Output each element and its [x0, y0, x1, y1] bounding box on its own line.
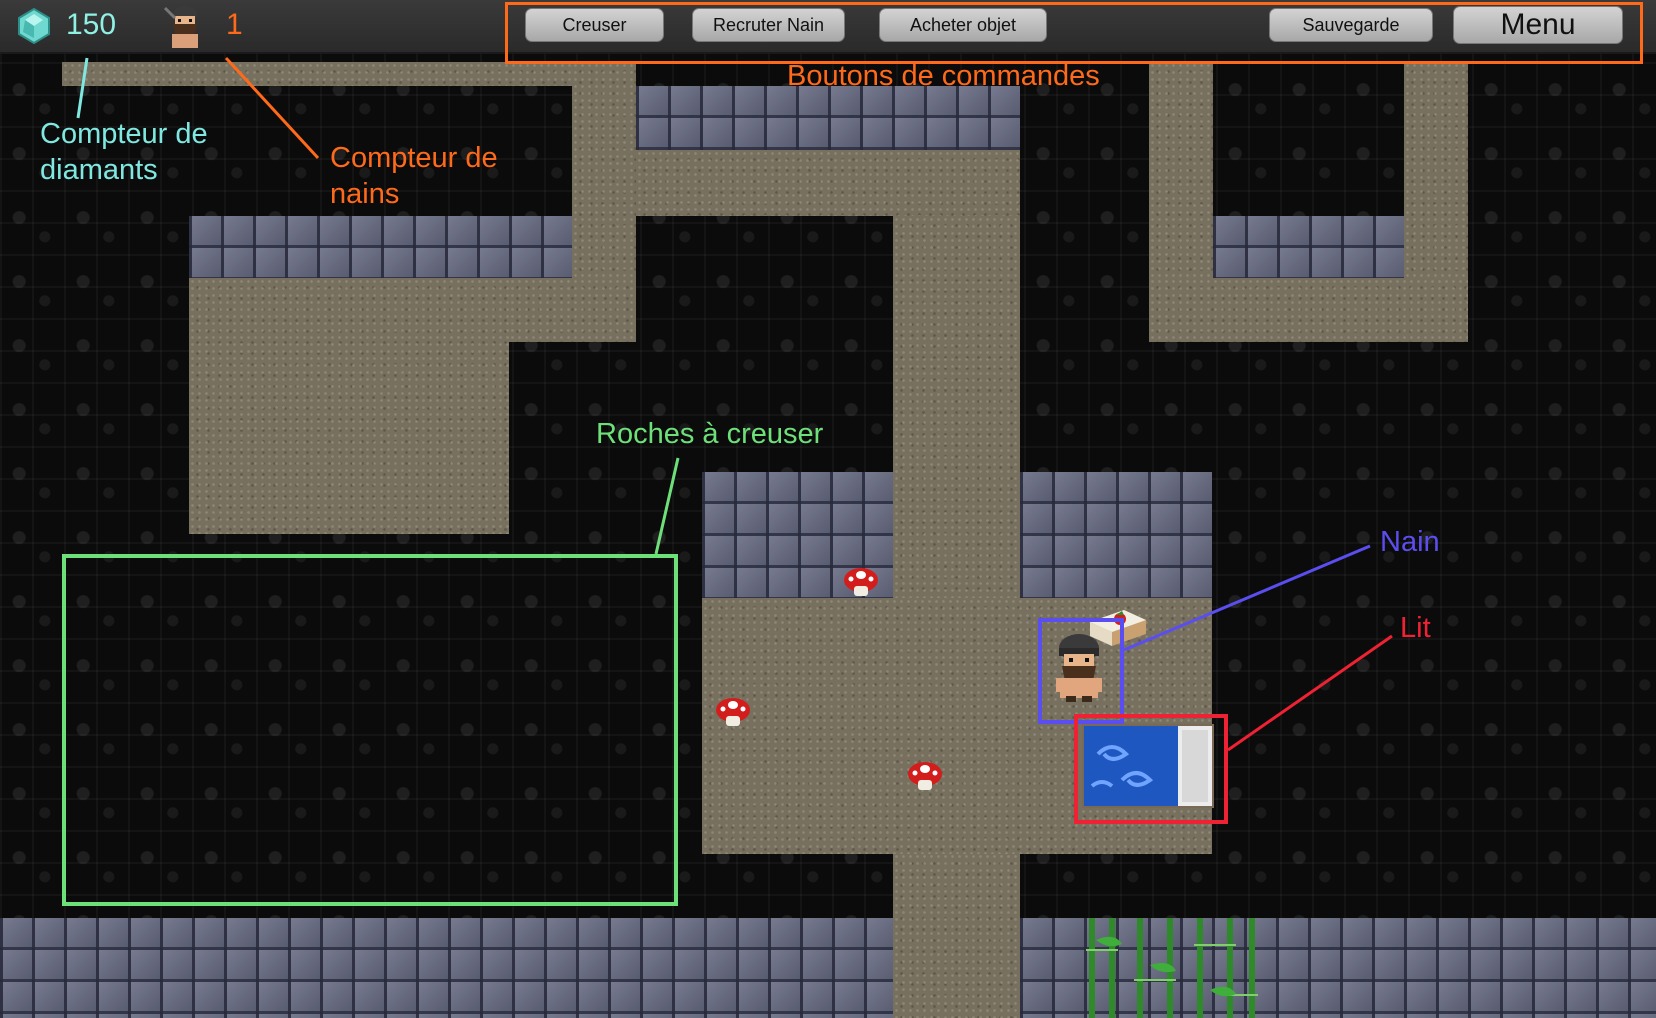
stone-wall — [1020, 472, 1212, 598]
dwarf-counter-label-line2: nains — [330, 178, 400, 211]
dwarf-icon — [163, 4, 207, 50]
stone-wall — [636, 86, 1020, 150]
bed-highlight — [1074, 714, 1228, 824]
tunnel-top — [62, 62, 636, 86]
dwarf-counter: 1 — [226, 8, 243, 41]
stone-wall — [1213, 216, 1404, 278]
command-buttons-label: Boutons de commandes — [787, 60, 1100, 92]
tunnel-horizontal-upper — [636, 150, 1020, 216]
dwarf-highlight — [1038, 618, 1124, 724]
rocks-to-dig-label: Roches à creuser — [596, 418, 824, 450]
rocks-highlight — [62, 554, 678, 906]
room-right-top-bottom — [1149, 278, 1468, 342]
stone-wall — [1020, 918, 1656, 1018]
stone-wall — [0, 918, 893, 1018]
dwarf-label: Nain — [1380, 526, 1440, 558]
diamond-counter-label: Compteur de diamants — [40, 116, 208, 189]
room-left — [189, 278, 509, 534]
mushroom-icon[interactable] — [842, 564, 880, 598]
diamond-counter-label-line1: Compteur de — [40, 118, 208, 150]
mushroom-icon[interactable] — [906, 758, 944, 792]
dwarf-counter-label-line1: Compteur de — [330, 142, 498, 174]
diamond-counter-label-line2: diamants — [40, 154, 158, 187]
dwarf-counter-label: Compteur de nains — [330, 140, 498, 213]
stone-wall — [189, 216, 572, 278]
bed-label: Lit — [1400, 612, 1431, 644]
command-buttons-highlight — [505, 2, 1643, 64]
diamond-counter: 150 — [66, 8, 117, 41]
diamond-icon — [17, 7, 51, 45]
tunnel-left-connector — [509, 278, 636, 342]
mushroom-icon[interactable] — [714, 694, 752, 728]
